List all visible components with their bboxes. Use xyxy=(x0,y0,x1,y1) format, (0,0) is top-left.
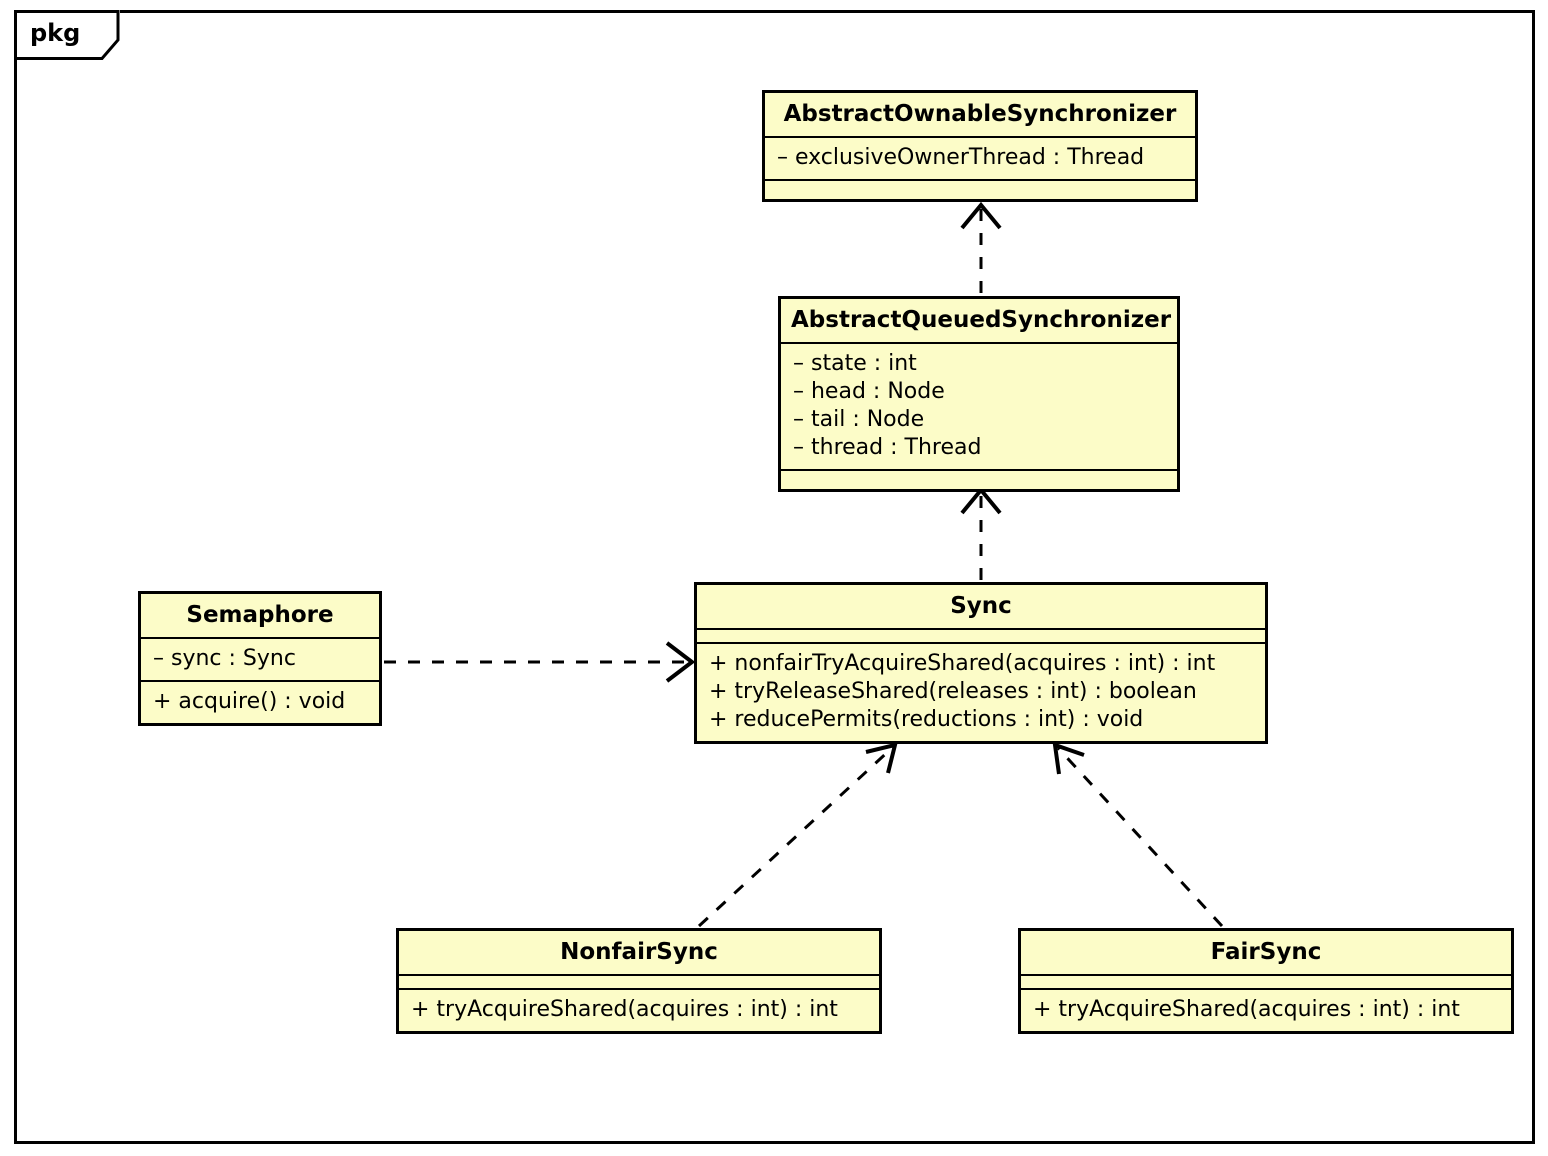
methods-compartment xyxy=(765,181,1195,199)
methods-compartment: + tryAcquireShared(acquires : int) : int xyxy=(399,990,879,1031)
class-box-abstract-ownable-synchronizer[interactable]: AbstractOwnableSynchronizer – exclusiveO… xyxy=(762,90,1198,202)
method-row: + tryAcquireShared(acquires : int) : int xyxy=(411,997,838,1022)
attributes-compartment: – sync : Sync xyxy=(141,639,379,680)
attributes-compartment xyxy=(399,976,879,988)
methods-compartment: + nonfairTryAcquireShared(acquires : int… xyxy=(697,644,1265,741)
diagram-canvas: pkg AbstractOwnableSynchronizer --> Abst… xyxy=(0,0,1548,1156)
methods-compartment: + tryAcquireShared(acquires : int) : int xyxy=(1021,990,1511,1031)
attributes-compartment xyxy=(1021,976,1511,988)
attributes-compartment: – state : int – head : Node – tail : Nod… xyxy=(781,344,1177,469)
method-row: + nonfairTryAcquireShared(acquires : int… xyxy=(709,651,1216,676)
attribute-row: – thread : Thread xyxy=(793,435,982,460)
attribute-row: – head : Node xyxy=(793,379,945,404)
attribute-row: – state : int xyxy=(793,351,917,376)
class-name: Sync xyxy=(950,593,1012,619)
class-box-semaphore[interactable]: Semaphore – sync : Sync + acquire() : vo… xyxy=(138,591,382,726)
package-label: pkg xyxy=(30,19,81,47)
method-row: + tryReleaseShared(releases : int) : boo… xyxy=(709,679,1197,704)
attribute-row: – exclusiveOwnerThread : Thread xyxy=(777,145,1145,170)
class-name: NonfairSync xyxy=(560,939,718,965)
class-name: Semaphore xyxy=(186,602,334,628)
attribute-row: – tail : Node xyxy=(793,407,925,432)
method-row: + reducePermits(reductions : int) : void xyxy=(709,707,1144,732)
class-box-abstract-queued-synchronizer[interactable]: AbstractQueuedSynchronizer – state : int… xyxy=(778,296,1180,492)
class-box-sync[interactable]: Sync + nonfairTryAcquireShared(acquires … xyxy=(694,582,1268,744)
attributes-compartment xyxy=(697,630,1265,642)
method-row: + tryAcquireShared(acquires : int) : int xyxy=(1033,997,1460,1022)
class-name: FairSync xyxy=(1210,939,1322,965)
class-name: AbstractOwnableSynchronizer xyxy=(783,101,1177,127)
class-name: AbstractQueuedSynchronizer xyxy=(791,307,1172,333)
attributes-compartment: – exclusiveOwnerThread : Thread xyxy=(765,138,1195,179)
methods-compartment: + acquire() : void xyxy=(141,682,379,723)
method-row: + acquire() : void xyxy=(153,689,346,714)
methods-compartment xyxy=(781,471,1177,489)
attribute-row: – sync : Sync xyxy=(153,646,296,671)
class-box-fair-sync[interactable]: FairSync + tryAcquireShared(acquires : i… xyxy=(1018,928,1514,1034)
class-box-nonfair-sync[interactable]: NonfairSync + tryAcquireShared(acquires … xyxy=(396,928,882,1034)
